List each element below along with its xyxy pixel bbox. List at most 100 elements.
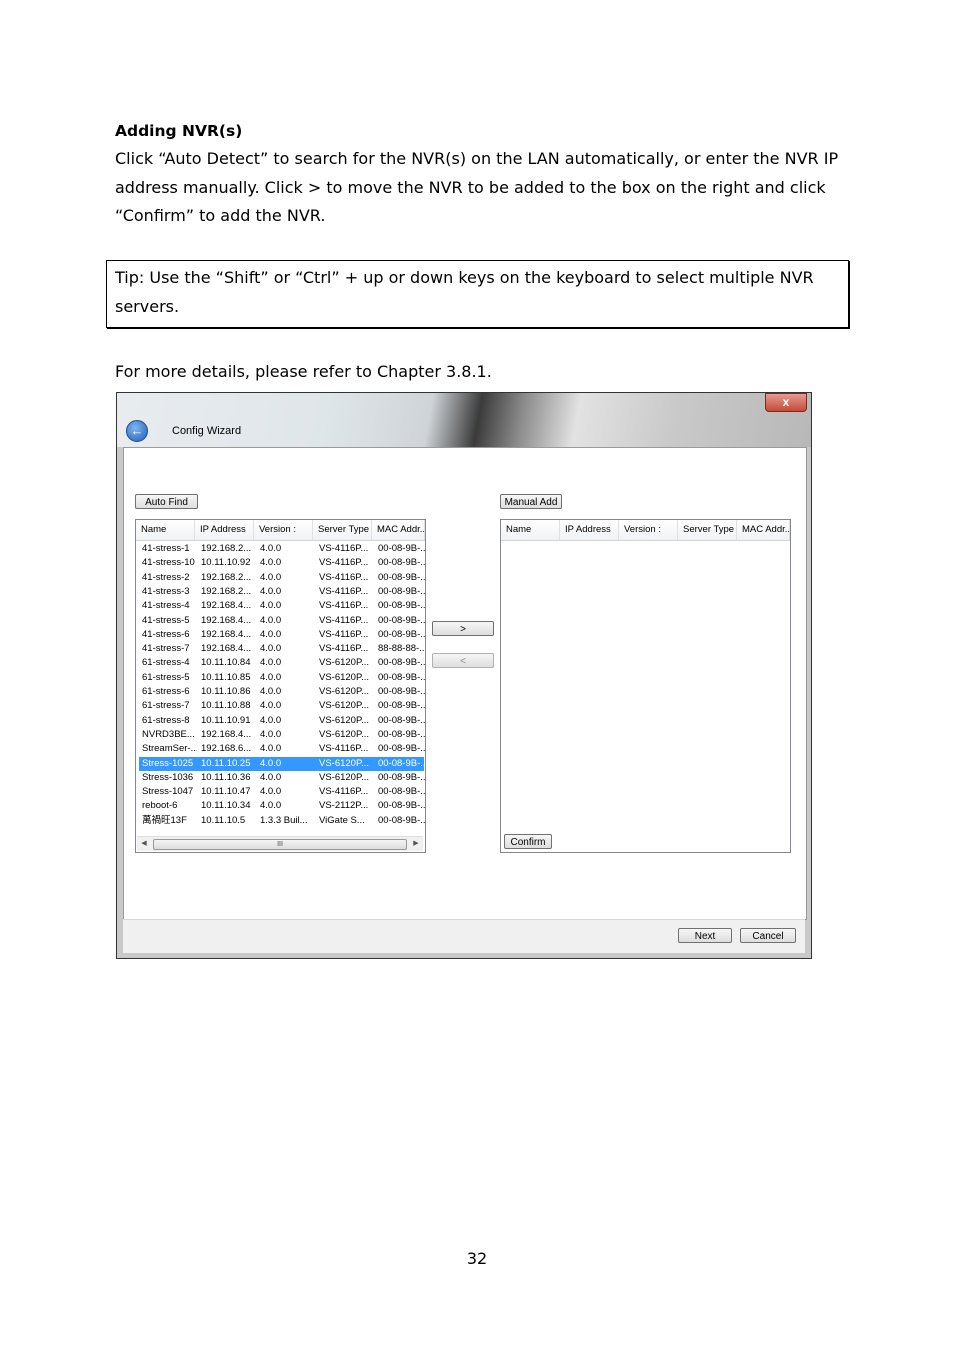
table-cell: 4.0.0 <box>260 714 282 726</box>
table-cell: 61-stress-8 <box>142 714 190 726</box>
selected-col-mac-address-header[interactable]: MAC Addr.. <box>737 520 790 540</box>
table-cell: 41-stress-5 <box>142 614 190 626</box>
reference-paragraph: For more details, please refer to Chapte… <box>115 362 492 381</box>
table-row[interactable]: 41-stress-10 10.11.10.92 4.0.0 VS-4116P... 0… <box>139 556 425 570</box>
table-cell: 10.11.10.91 <box>201 714 251 726</box>
table-row[interactable]: 61-stress-6 10.11.10.86 4.0.0 VS-6120P... 00… <box>139 685 425 699</box>
table-row[interactable]: 41-stress-1 192.168.2... 4.0.0 VS-4116P... 0… <box>139 542 426 556</box>
tip-text: Tip: Use the “Shift” or “Ctrl” + up or d… <box>115 268 814 316</box>
table-cell: 00-08-9B-... <box>378 628 426 640</box>
table-cell: 4.0.0 <box>260 743 282 755</box>
table-cell: 192.168.4... <box>201 600 252 612</box>
table-cell: VS-4116P... <box>319 585 369 597</box>
horizontal-scrollbar[interactable]: ◀ III ▶ <box>137 836 423 851</box>
table-row[interactable]: 41-stress-5 192.168.4... 4.0.0 VS-4116P... 0… <box>139 614 426 628</box>
scrollbar-thumb[interactable]: III <box>153 839 407 850</box>
selected-col-version-header[interactable]: Version : <box>619 520 678 540</box>
found-col-server-type-header[interactable]: Server Type <box>313 520 372 540</box>
table-cell: VS-4116P... <box>319 743 369 755</box>
table-cell: VS-6120P... <box>319 771 370 783</box>
table-cell: 10.11.10.47 <box>201 786 251 798</box>
table-cell: 00-08-9B-... <box>378 585 426 597</box>
wizard-content: Auto Find Manual Add Name IP Address Versi… <box>123 447 807 920</box>
selected-col-ip-address-header[interactable]: IP Address <box>560 520 619 540</box>
table-cell: 1.3.3 Buil... <box>260 814 308 826</box>
table-cell: 4.0.0 <box>260 628 282 640</box>
close-button[interactable]: x <box>765 393 807 412</box>
table-row[interactable]: NVRD3BE... 192.168.4... 4.0.0 VS-6120P... 00… <box>139 728 425 742</box>
table-row[interactable]: 41-stress-6 192.168.4... 4.0.0 VS-4116P... 0… <box>139 628 426 642</box>
table-row[interactable]: 萬禍旺13F 10.11.10.5 1.3.3 Buil... ViGate S...… <box>139 814 426 828</box>
table-cell: 41-stress-3 <box>142 585 190 597</box>
table-cell: 00-08-9B-... <box>378 671 426 683</box>
table-cell: 41-stress-10 <box>142 557 195 569</box>
wizard-footer: Next Cancel <box>123 919 805 953</box>
table-row[interactable]: Stress-1036 10.11.10.36 4.0.0 VS-6120P... 00… <box>139 771 425 785</box>
back-arrow-icon[interactable]: ← <box>126 420 148 442</box>
table-cell: 192.168.2... <box>201 585 252 597</box>
found-col-version-header[interactable]: Version : <box>254 520 313 540</box>
table-cell: 00-08-9B-... <box>378 614 426 626</box>
table-cell: 192.168.4... <box>201 614 252 626</box>
manual-add-button[interactable]: Manual Add <box>500 494 562 509</box>
table-cell: VS-4116P... <box>319 786 369 798</box>
table-cell: 4.0.0 <box>260 557 282 569</box>
table-cell: 192.168.2... <box>201 571 252 583</box>
table-cell: 00-08-9B-... <box>378 700 426 712</box>
table-row[interactable]: 41-stress-4 192.168.4... 4.0.0 VS-4116P... 0… <box>139 599 425 613</box>
table-cell: 萬禍旺13F <box>142 814 187 826</box>
table-cell: 4.0.0 <box>260 614 282 626</box>
found-col-name-header[interactable]: Name <box>136 520 195 540</box>
table-cell: 4.0.0 <box>260 600 282 612</box>
found-col-mac-address-header[interactable]: MAC Addr.. <box>372 520 425 540</box>
scroll-right-icon[interactable]: ▶ <box>409 837 423 851</box>
table-cell: VS-6120P... <box>319 757 370 769</box>
table-row[interactable]: Stress-1047 10.11.10.47 4.0.0 VS-4116P... 00… <box>139 785 425 799</box>
table-row[interactable]: 61-stress-4 10.11.10.84 4.0.0 VS-6120P... 00… <box>139 656 426 670</box>
found-col-ip-address-header[interactable]: IP Address <box>195 520 254 540</box>
move-right-button[interactable]: > <box>432 621 494 636</box>
table-cell: 10.11.10.34 <box>201 800 251 812</box>
table-row[interactable]: StreamSer-... 192.168.6... 4.0.0 VS-4116P..… <box>139 742 426 756</box>
table-row[interactable]: reboot-6 10.11.10.34 4.0.0 VS-2112P... 00-08… <box>139 799 426 813</box>
next-button[interactable]: Next <box>678 928 732 943</box>
table-row[interactable]: Stress-1025 10.11.10.25 4.0.0 VS-6120P... 00… <box>139 756 425 771</box>
selected-nvr-list[interactable]: Name IP Address Version : Server Type MAC Ad… <box>500 519 791 853</box>
table-cell: 4.0.0 <box>260 700 282 712</box>
auto-find-button[interactable]: Auto Find <box>135 494 198 509</box>
table-row[interactable]: 61-stress-8 10.11.10.91 4.0.0 VS-6120P... 00… <box>139 714 426 728</box>
table-row[interactable]: 61-stress-5 10.11.10.85 4.0.0 VS-6120P... 00… <box>139 671 426 685</box>
scroll-left-icon[interactable]: ◀ <box>137 837 151 851</box>
selected-col-name-header[interactable]: Name <box>501 520 560 540</box>
page-number: 32 <box>466 1249 488 1268</box>
table-cell: Stress-1025 <box>142 757 194 769</box>
table-row[interactable]: 41-stress-2 192.168.2... 4.0.0 VS-4116P... 0… <box>139 571 425 585</box>
table-row[interactable]: 41-stress-3 192.168.2... 4.0.0 VS-4116P... 0… <box>139 585 426 599</box>
table-cell: 41-stress-7 <box>142 643 190 655</box>
table-cell: VS-6120P... <box>319 686 370 697</box>
table-cell: 4.0.0 <box>260 771 282 783</box>
table-cell: VS-4116P... <box>319 614 369 626</box>
table-cell: 10.11.10.84 <box>201 657 251 669</box>
selected-col-server-type-header[interactable]: Server Type <box>678 520 737 540</box>
move-left-button[interactable]: < <box>432 653 494 668</box>
found-nvr-list[interactable]: Name IP Address Version : Server Type MAC Ad… <box>135 519 426 853</box>
found-list-header: Name IP Address Version : Server Type MAC Ad… <box>136 520 425 541</box>
table-cell: 4.0.0 <box>260 686 282 697</box>
table-cell: 41-stress-2 <box>142 571 190 583</box>
table-cell: 00-08-9B-... <box>378 657 426 669</box>
table-cell: 4.0.0 <box>260 728 282 740</box>
table-cell: 00-08-9B-... <box>378 543 426 554</box>
table-cell: 00-08-9B-... <box>378 714 426 726</box>
table-row[interactable]: 61-stress-7 10.11.10.88 4.0.0 VS-6120P... 00… <box>139 699 426 713</box>
table-cell: Stress-1047 <box>142 786 194 798</box>
table-row[interactable]: 41-stress-7 192.168.4... 4.0.0 VS-4116P... 8… <box>139 642 425 656</box>
instructions-paragraph: Click “Auto Detect” to search for the NV… <box>115 149 839 225</box>
cancel-button[interactable]: Cancel <box>740 928 796 943</box>
table-cell: 00-08-9B-... <box>378 743 426 755</box>
table-cell: 4.0.0 <box>260 671 282 683</box>
title-bar: ← Config Wizard x <box>117 393 811 447</box>
table-cell: 00-08-9B-... <box>378 800 426 812</box>
confirm-button[interactable]: Confirm <box>504 834 552 849</box>
table-cell: 00-08-9B-... <box>378 814 426 826</box>
